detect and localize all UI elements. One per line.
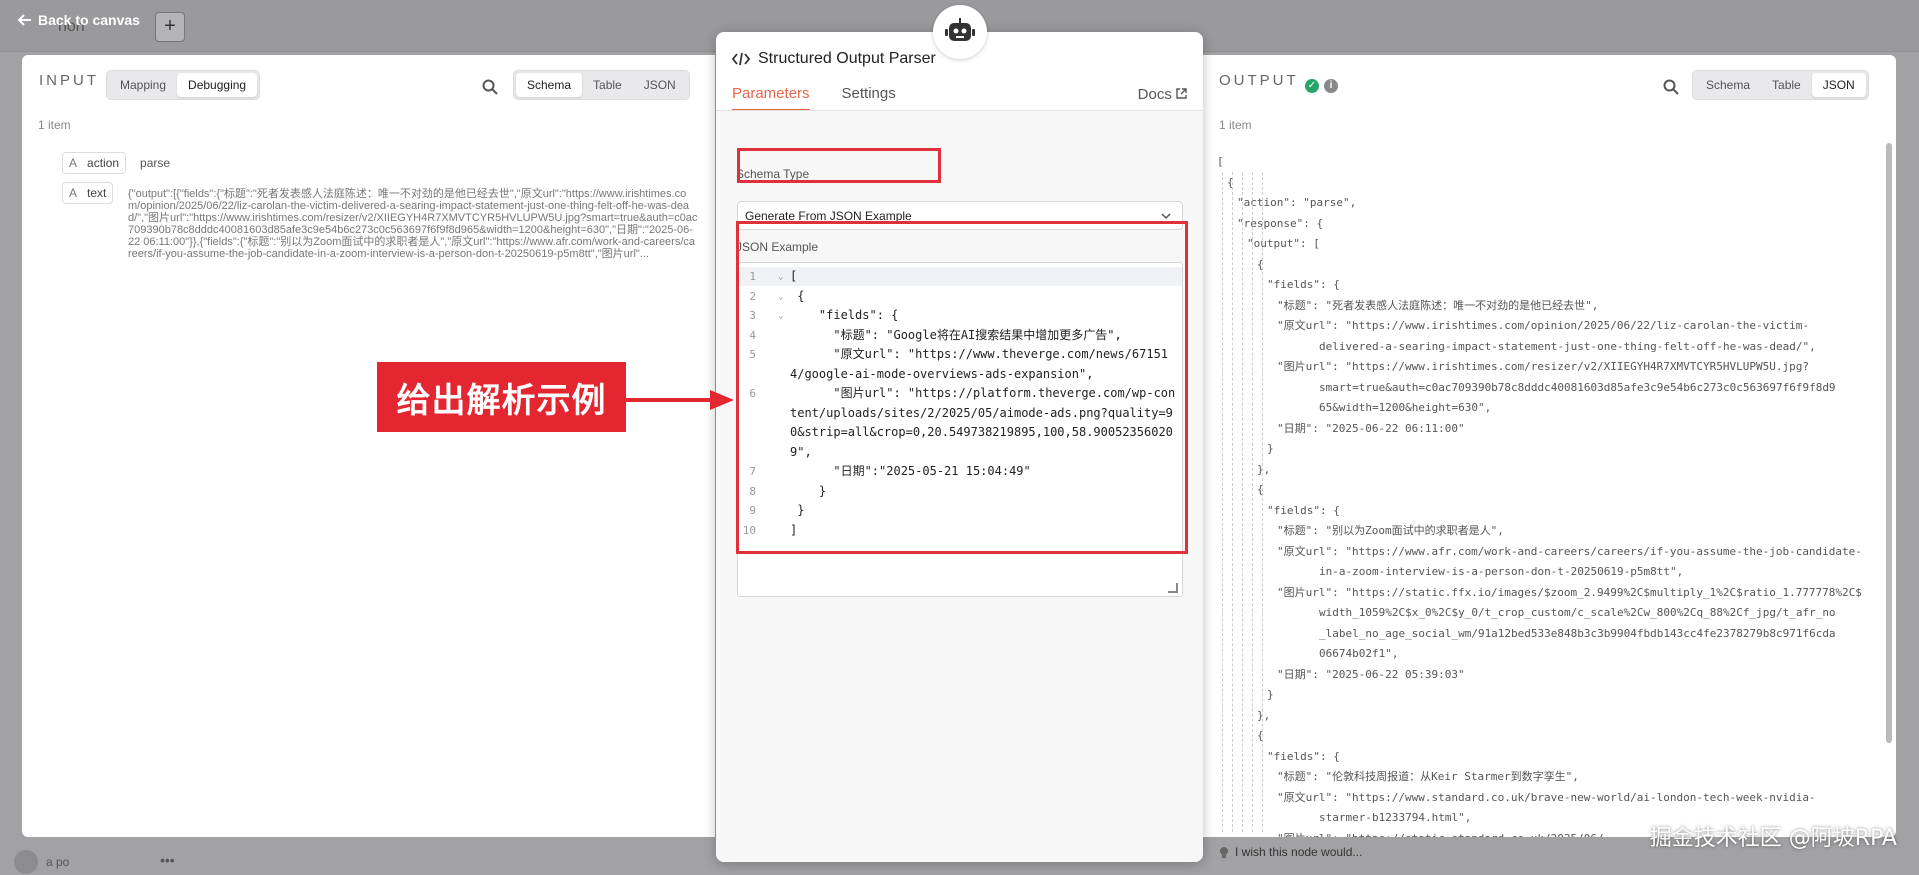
input-item-count: 1 item <box>38 118 71 132</box>
json-line: { <box>1257 729 1264 742</box>
json-line: } <box>1267 688 1274 701</box>
json-line: [ <box>1217 155 1224 168</box>
input-mode-tabs: Mapping Debugging <box>106 70 261 100</box>
avatar <box>14 850 38 874</box>
tab-table[interactable]: Table <box>582 73 633 97</box>
json-line: smart=true&auth=c0ac709390b78c8dddc40081… <box>1319 380 1836 394</box>
docs-label: Docs <box>1137 86 1172 103</box>
watermark: 掘金技术社区 @阿坡RPA <box>1649 826 1897 851</box>
field-key: action <box>87 156 120 170</box>
output-view-tabs: Schema Table JSON <box>1692 70 1869 100</box>
json-line: delivered-a-searing-impact-statement-jus… <box>1319 339 1816 353</box>
output-title: OUTPUT <box>1219 72 1299 89</box>
back-to-canvas-label: Back to canvas <box>38 12 140 28</box>
indent-guide <box>1252 172 1253 832</box>
json-line: { <box>1257 257 1264 271</box>
input-panel: INPUT Mapping Debugging Schema Table JSO… <box>22 55 715 837</box>
json-line: "fields": { <box>1267 749 1340 763</box>
json-line: "response": { <box>1237 216 1324 230</box>
docs-link[interactable]: Docs <box>1138 86 1187 103</box>
field-text: Atext <box>62 182 114 204</box>
indent-guide <box>1242 172 1243 832</box>
robot-icon <box>945 18 975 41</box>
json-line: "fields": { <box>1267 503 1340 517</box>
schema-type-highlight <box>737 148 941 183</box>
output-item-count: 1 item <box>1219 118 1252 132</box>
arrow-left-icon <box>18 14 31 26</box>
external-link-icon <box>1176 88 1187 99</box>
feedback-prompt[interactable]: I wish this node would... <box>1219 845 1362 859</box>
tab-schema[interactable]: Schema <box>1695 73 1761 97</box>
feedback-text: I wish this node would... <box>1235 845 1363 859</box>
string-type-icon: A <box>69 186 78 200</box>
search-icon[interactable] <box>481 78 499 96</box>
json-line: 06674b02f1", <box>1319 647 1399 660</box>
json-line: "原文url": "https://www.afr.com/work-and-c… <box>1277 544 1862 558</box>
tab-parameters[interactable]: Parameters <box>732 85 810 111</box>
json-line: 65&width=1200&height=630", <box>1319 401 1492 414</box>
back-to-canvas-button[interactable]: Back to canvas <box>18 12 140 28</box>
node-title-bar: Structured Output Parser <box>732 50 936 68</box>
indent-guide <box>1262 172 1263 832</box>
tab-table[interactable]: Table <box>1761 73 1812 97</box>
tab-schema[interactable]: Schema <box>516 73 583 97</box>
json-line: "标题": "别以为Zoom面试中的求职者是人", <box>1277 524 1504 537</box>
input-view-tabs: Schema Table JSON <box>513 70 690 100</box>
json-line: }, <box>1257 708 1271 722</box>
indent-guide <box>1232 172 1233 832</box>
json-line: }, <box>1257 462 1271 476</box>
field-value: parse <box>140 156 171 170</box>
json-line: "标题": "死者发表感人法庭陈述：唯一不对劲的是他已经去世", <box>1277 298 1599 312</box>
json-line: "action": "parse", <box>1237 196 1357 209</box>
field-text-value: {"output":[{"fields":{"标题":"死者发表感人法庭陈述：唯… <box>128 188 698 260</box>
tab-json[interactable]: JSON <box>1811 73 1866 97</box>
json-line: "标题": "伦敦科技周报道：从Keir Starmer到数字孪生", <box>1277 770 1579 783</box>
indent-guide <box>1222 172 1223 832</box>
annotation-callout: 给出解析示例 <box>377 362 626 432</box>
info-icon[interactable]: i <box>1324 79 1338 93</box>
input-title: INPUT <box>39 72 99 89</box>
code-icon <box>732 52 750 66</box>
json-line: { <box>1227 175 1234 189</box>
json-line: "原文url": "https://www.standard.co.uk/bra… <box>1277 790 1816 804</box>
scrollbar[interactable] <box>1886 143 1892 743</box>
string-type-icon: A <box>69 156 78 170</box>
json-line: { <box>1257 483 1264 496</box>
field-action: Aaction parse <box>62 152 170 174</box>
success-check-icon: ✓ <box>1305 79 1319 93</box>
json-line: "日期": "2025-06-22 06:11:00" <box>1277 421 1465 435</box>
json-line: "fields": { <box>1267 278 1340 291</box>
tab-json[interactable]: JSON <box>633 73 687 97</box>
string-field-pill[interactable]: Aaction <box>62 152 127 174</box>
user-name: a po <box>46 855 70 869</box>
json-line: "output": [ <box>1247 237 1320 250</box>
search-icon[interactable] <box>1662 78 1680 96</box>
json-line: "图片url": "https://static.ffx.io/images/$… <box>1277 585 1862 599</box>
json-line: in-a-zoom-interview-is-a-person-don-t-20… <box>1319 565 1684 578</box>
user-menu-button[interactable]: ••• <box>160 852 175 868</box>
output-panel: OUTPUT ✓ i Schema Table JSON 1 item [{"a… <box>1203 55 1896 837</box>
tab-settings[interactable]: Settings <box>842 85 896 111</box>
json-example-highlight <box>736 221 1188 554</box>
lightbulb-icon <box>1220 846 1228 858</box>
json-line: } <box>1267 442 1274 455</box>
json-line: "图片url": "https://www.irishtimes.com/res… <box>1277 360 1809 373</box>
node-title: Structured Output Parser <box>758 50 936 67</box>
json-line: "日期": "2025-06-22 05:39:03" <box>1277 667 1465 681</box>
string-field-pill[interactable]: Atext <box>62 182 114 204</box>
tab-mapping[interactable]: Mapping <box>109 73 177 97</box>
json-line: _label_no_age_social_wm/91a12bed533e848b… <box>1319 626 1836 640</box>
json-line: "原文url": "https://www.irishtimes.com/opi… <box>1277 319 1809 332</box>
add-node-button[interactable]: + <box>155 12 185 42</box>
output-json-view: [{"action": "parse", "response": {"output… <box>1217 152 1877 837</box>
user-footer[interactable]: a po <box>14 850 69 874</box>
tab-debugging[interactable]: Debugging <box>177 73 258 97</box>
robot-node-badge <box>933 5 987 59</box>
node-tabs: Parameters Settings <box>732 85 896 111</box>
resize-handle[interactable] <box>1168 583 1178 593</box>
field-key: text <box>87 186 107 200</box>
json-line: width_1059%2C$x_0%2C$y_0/t_crop_custom/c… <box>1319 606 1836 619</box>
arrow-right-icon <box>626 390 734 410</box>
